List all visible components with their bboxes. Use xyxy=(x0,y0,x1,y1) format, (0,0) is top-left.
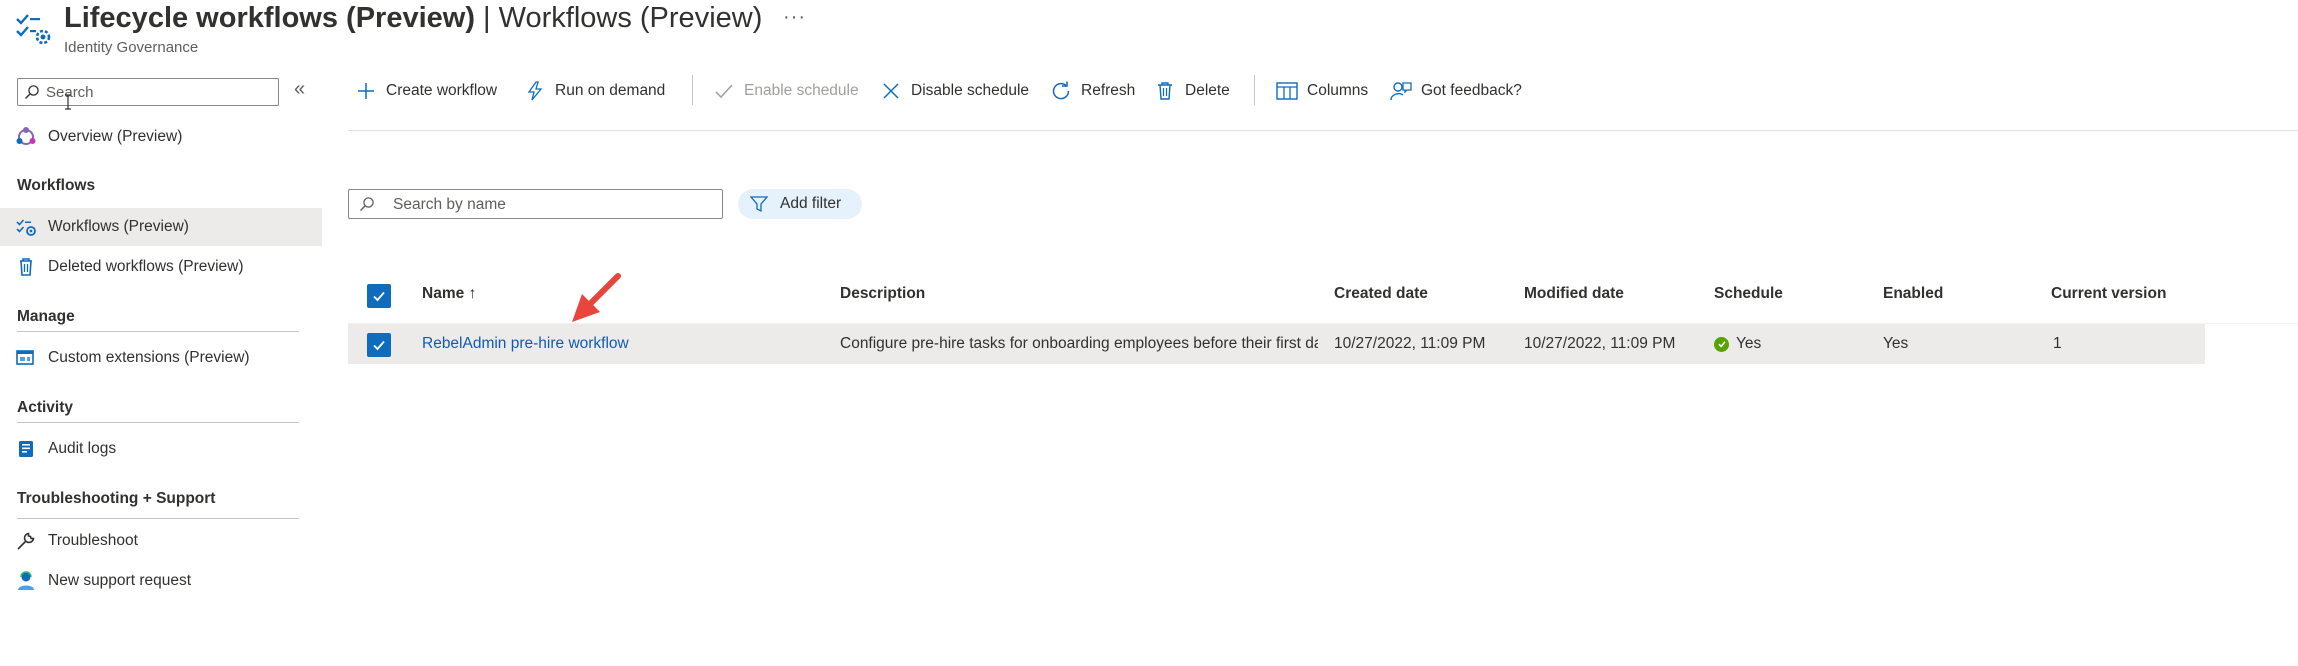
search-by-name[interactable] xyxy=(348,189,723,219)
select-all-checkbox[interactable] xyxy=(367,284,391,308)
sidebar-item-workflows[interactable]: Workflows (Preview) xyxy=(0,208,322,246)
search-by-name-input[interactable] xyxy=(393,195,713,215)
trash-icon xyxy=(1154,80,1176,102)
column-header-schedule[interactable]: Schedule xyxy=(1714,285,1783,303)
toolbar-divider-line xyxy=(348,130,2298,131)
workflow-name-link[interactable]: RebelAdmin pre-hire workflow xyxy=(422,335,629,353)
add-filter-button[interactable]: Add filter xyxy=(738,189,862,219)
sort-ascending-icon: ↑ xyxy=(468,285,477,302)
trash-icon xyxy=(15,256,37,278)
column-header-name[interactable]: Name ↑ xyxy=(422,285,476,303)
feedback-button[interactable]: Got feedback? xyxy=(1390,78,1522,104)
section-troubleshooting-support: Troubleshooting + Support xyxy=(17,490,216,507)
collapse-sidebar-button[interactable]: « xyxy=(294,79,312,100)
columns-button[interactable]: Columns xyxy=(1276,78,1368,104)
section-divider xyxy=(17,331,299,332)
section-workflows: Workflows xyxy=(17,177,96,194)
page-title: Lifecycle workflows (Preview) | Workflow… xyxy=(64,2,763,34)
workflow-description: Configure pre-hire tasks for onboarding … xyxy=(840,335,1318,352)
support-person-icon xyxy=(15,570,37,592)
feedback-icon xyxy=(1390,80,1412,102)
row-checkbox[interactable] xyxy=(367,333,391,357)
columns-icon xyxy=(1276,80,1298,102)
refresh-icon xyxy=(1050,80,1072,102)
overview-icon xyxy=(15,126,37,148)
checkmark-icon xyxy=(713,80,735,102)
audit-logs-icon xyxy=(15,438,37,460)
section-divider xyxy=(17,518,299,519)
workflow-current-version: 1 xyxy=(2053,335,2062,352)
checkmark-icon xyxy=(373,340,385,351)
search-icon xyxy=(360,197,374,211)
toolbar-divider xyxy=(1254,75,1255,105)
column-header-created-date[interactable]: Created date xyxy=(1334,285,1428,303)
custom-extensions-icon xyxy=(15,347,37,369)
disable-schedule-button[interactable]: Disable schedule xyxy=(880,78,1029,104)
delete-button[interactable]: Delete xyxy=(1154,78,1230,104)
sidebar-search-input[interactable] xyxy=(46,82,271,102)
column-header-modified-date[interactable]: Modified date xyxy=(1524,285,1624,303)
column-header-enabled[interactable]: Enabled xyxy=(1883,285,1943,303)
sidebar-search[interactable] xyxy=(17,78,279,106)
success-check-icon xyxy=(1714,336,1729,352)
lightning-icon xyxy=(524,80,546,102)
filter-icon xyxy=(750,196,768,213)
workflow-modified-date: 10/27/2022, 11:09 PM xyxy=(1524,335,1676,352)
section-activity: Activity xyxy=(17,399,73,416)
run-on-demand-button[interactable]: Run on demand xyxy=(524,78,665,104)
more-options-button[interactable]: ··· xyxy=(783,6,806,29)
wrench-icon xyxy=(15,530,37,552)
column-header-description[interactable]: Description xyxy=(840,285,925,303)
checkmark-icon xyxy=(373,291,385,302)
annotation-arrow-icon xyxy=(572,273,621,322)
workflow-enabled: Yes xyxy=(1883,335,1909,352)
create-workflow-button[interactable]: Create workflow xyxy=(355,78,497,104)
section-manage: Manage xyxy=(17,308,75,325)
text-cursor-icon xyxy=(65,94,71,110)
sidebar-item-custom-extensions[interactable]: Custom extensions (Preview) xyxy=(0,339,322,377)
sidebar-item-deleted-workflows[interactable]: Deleted workflows (Preview) xyxy=(0,248,322,286)
section-divider xyxy=(17,422,299,423)
enable-schedule-button[interactable]: Enable schedule xyxy=(713,78,859,104)
close-icon xyxy=(880,80,902,102)
workflow-created-date: 10/27/2022, 11:09 PM xyxy=(1334,335,1486,352)
toolbar-divider xyxy=(692,75,693,105)
sidebar-item-new-support-request[interactable]: New support request xyxy=(0,562,322,600)
workflow-schedule: Yes xyxy=(1714,335,1761,353)
workflows-icon xyxy=(15,216,37,238)
sidebar-item-overview[interactable]: Overview (Preview) xyxy=(0,118,322,156)
plus-icon xyxy=(355,80,377,102)
sidebar-item-audit-logs[interactable]: Audit logs xyxy=(0,430,322,468)
refresh-button[interactable]: Refresh xyxy=(1050,78,1135,104)
column-header-current-version[interactable]: Current version xyxy=(2051,285,2166,303)
lifecycle-workflows-icon xyxy=(14,10,52,46)
search-icon xyxy=(25,85,39,99)
sidebar-item-troubleshoot[interactable]: Troubleshoot xyxy=(0,522,322,560)
page-subtitle: Identity Governance xyxy=(64,39,199,56)
